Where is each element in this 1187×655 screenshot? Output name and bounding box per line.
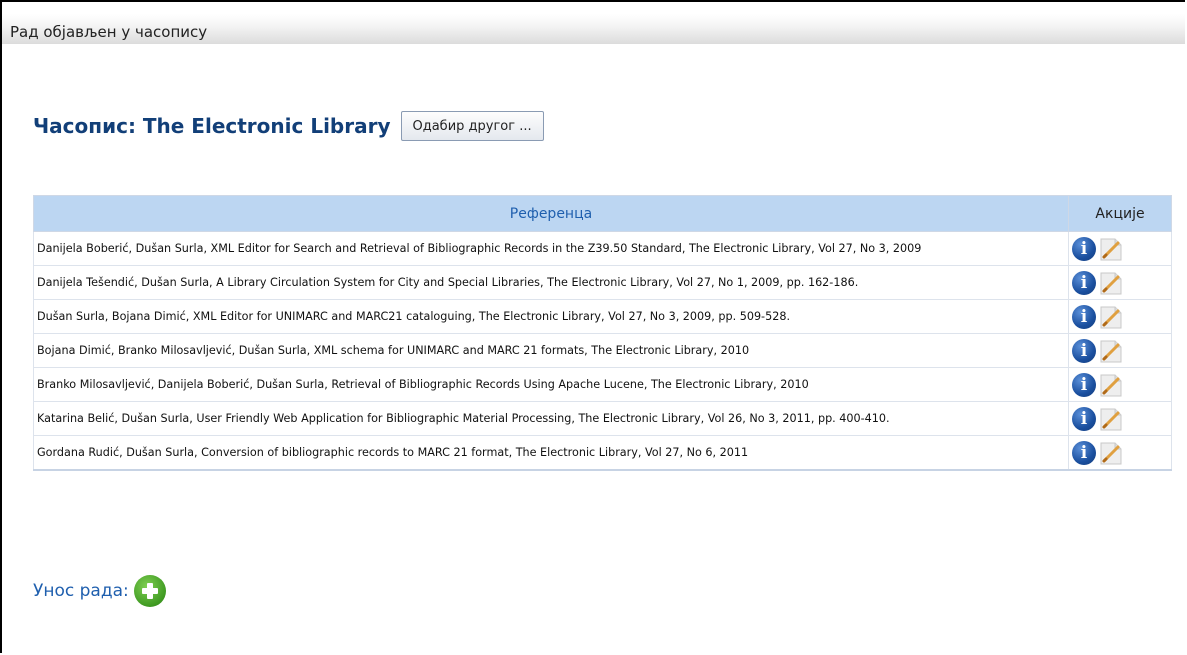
table-row: Branko Milosavljević, Danijela Boberić, …	[33, 367, 1172, 402]
references-table: Референца Акције Danijela Boberić, Dušan…	[33, 195, 1172, 471]
add-entry-label: Унос рада:	[33, 581, 129, 601]
table-row: Gordana Rudić, Dušan Surla, Conversion o…	[33, 435, 1172, 471]
actions-cell: i	[1068, 299, 1172, 334]
reference-cell: Dušan Surla, Bojana Dimić, XML Editor fo…	[33, 299, 1069, 334]
reference-cell: Gordana Rudić, Dušan Surla, Conversion o…	[33, 435, 1069, 471]
info-icon[interactable]: i	[1072, 236, 1096, 261]
column-header-reference: Референца	[33, 195, 1069, 232]
table-row: Katarina Belić, Dušan Surla, User Friend…	[33, 401, 1172, 436]
info-icon[interactable]: i	[1072, 304, 1096, 329]
column-header-actions: Акције	[1068, 195, 1172, 232]
info-icon[interactable]: i	[1072, 338, 1096, 363]
edit-icon[interactable]	[1098, 372, 1124, 398]
info-icon[interactable]: i	[1072, 406, 1096, 431]
info-icon[interactable]: i	[1072, 372, 1096, 397]
reference-cell: Danijela Tešendić, Dušan Surla, A Librar…	[33, 265, 1069, 300]
section-titlebar: Рад објављен у часопису	[2, 14, 1185, 44]
choose-other-journal-button[interactable]: Одабир другог ...	[400, 111, 544, 141]
reference-cell: Branko Milosavljević, Danijela Boberić, …	[33, 367, 1069, 402]
table-row: Danijela Boberić, Dušan Surla, XML Edito…	[33, 231, 1172, 266]
info-icon[interactable]: i	[1072, 270, 1096, 295]
reference-cell: Bojana Dimić, Branko Milosavljević, Duša…	[33, 333, 1069, 368]
reference-cell: Katarina Belić, Dušan Surla, User Friend…	[33, 401, 1069, 436]
table-row: Bojana Dimić, Branko Milosavljević, Duša…	[33, 333, 1172, 368]
section-title: Рад објављен у часопису	[10, 23, 208, 41]
table-header-row: Референца Акције	[33, 195, 1172, 232]
add-entry-row: Унос рада:	[33, 575, 166, 607]
journal-header: Часопис: The Electronic Library Одабир д…	[33, 110, 544, 142]
edit-icon[interactable]	[1098, 338, 1124, 364]
reference-cell: Danijela Boberić, Dušan Surla, XML Edito…	[33, 231, 1069, 266]
actions-cell: i	[1068, 401, 1172, 436]
edit-icon[interactable]	[1098, 406, 1124, 432]
table-row: Dušan Surla, Bojana Dimić, XML Editor fo…	[33, 299, 1172, 334]
edit-icon[interactable]	[1098, 304, 1124, 330]
journal-title: Часопис: The Electronic Library	[33, 114, 391, 138]
table-row: Danijela Tešendić, Dušan Surla, A Librar…	[33, 265, 1172, 300]
actions-cell: i	[1068, 367, 1172, 402]
edit-icon[interactable]	[1098, 270, 1124, 296]
edit-icon[interactable]	[1098, 440, 1124, 466]
table-body: Danijela Boberić, Dušan Surla, XML Edito…	[33, 231, 1172, 471]
edit-icon[interactable]	[1098, 236, 1124, 262]
info-icon[interactable]: i	[1072, 440, 1096, 465]
add-icon[interactable]	[133, 575, 166, 607]
actions-cell: i	[1068, 435, 1172, 471]
actions-cell: i	[1068, 265, 1172, 300]
actions-cell: i	[1068, 231, 1172, 266]
actions-cell: i	[1068, 333, 1172, 368]
